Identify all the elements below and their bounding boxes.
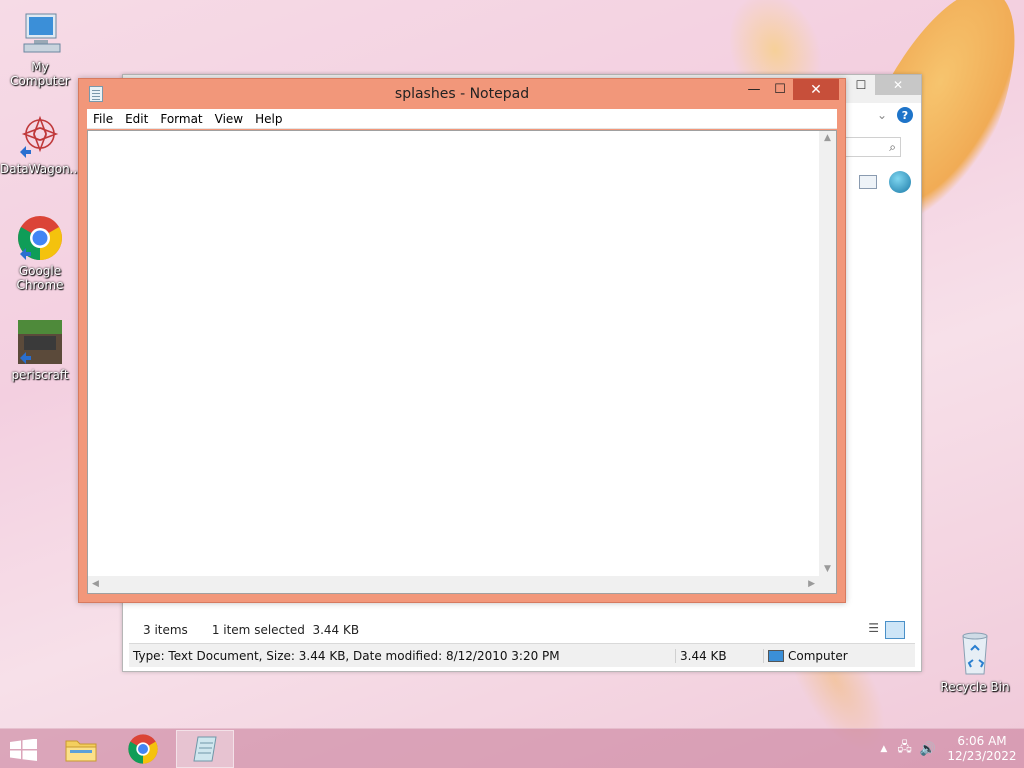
scroll-down-icon[interactable]: ▼ — [824, 564, 831, 574]
menu-view[interactable]: View — [209, 112, 249, 126]
desktop-icon-periscraft[interactable]: periscraft — [0, 318, 80, 382]
desktop-icon-my-computer[interactable]: My Computer — [0, 10, 80, 88]
menu-file[interactable]: File — [87, 112, 119, 126]
minecraft-block-icon — [16, 318, 64, 366]
search-icon: ⌕ — [889, 140, 896, 154]
scroll-right-icon[interactable]: ▶ — [808, 579, 815, 589]
volume-icon[interactable]: 🔊 — [920, 742, 936, 757]
chevron-down-icon[interactable]: ⌄ — [877, 108, 887, 122]
search-input[interactable]: ⌕ — [845, 137, 901, 157]
desktop-icon-label: Recycle Bin — [940, 680, 1010, 694]
selection-info: 1 item selected 3.44 KB — [211, 623, 360, 637]
desktop-icon-label: Google Chrome — [16, 264, 64, 292]
network-icon[interactable]: 🖧 — [897, 738, 912, 760]
details-view-icon[interactable]: ☰ — [868, 621, 879, 639]
desktop-icon-label: DataWagon... — [0, 162, 82, 176]
item-count: 3 items — [143, 623, 188, 637]
taskbar-google-chrome[interactable] — [114, 730, 172, 768]
text-editor-area[interactable]: ▲ ▼ ◀ ▶ — [87, 130, 837, 594]
shell-icon[interactable] — [889, 171, 911, 193]
desktop-icon-google-chrome[interactable]: Google Chrome — [0, 214, 80, 292]
taskbar: ▲ 🖧 🔊 6:06 AM 12/23/2022 — [0, 728, 1024, 768]
close-button[interactable]: ✕ — [875, 75, 921, 95]
close-button[interactable]: ✕ — [793, 79, 839, 100]
help-icon[interactable]: ? — [897, 107, 913, 123]
show-hidden-icons-icon[interactable]: ▲ — [880, 744, 887, 754]
chrome-icon — [16, 214, 64, 262]
notepad-window[interactable]: splashes - Notepad — ☐ ✕ File Edit Forma… — [78, 78, 846, 603]
system-tray: ▲ 🖧 🔊 6:06 AM 12/23/2022 — [880, 729, 1024, 768]
recycle-bin-icon — [951, 630, 999, 678]
computer-icon — [16, 10, 64, 58]
view-pane-icon[interactable] — [859, 175, 877, 189]
explorer-details-bar: Type: Text Document, Size: 3.44 KB, Date… — [129, 643, 915, 667]
location-label: Computer — [788, 648, 848, 663]
notepad-icon — [193, 736, 217, 762]
clock-time: 6:06 AM — [957, 734, 1007, 748]
menu-bar: File Edit Format View Help — [87, 109, 837, 129]
desktop-icon-label: My Computer — [10, 60, 70, 88]
horizontal-scrollbar[interactable]: ◀ ▶ — [88, 576, 819, 593]
desktop-icon-datawagon[interactable]: DataWagon... — [0, 112, 82, 176]
notepad-icon — [89, 86, 103, 102]
explorer-status-bar: 3 items 1 item selected 3.44 KB ☰ — [129, 617, 915, 643]
menu-format[interactable]: Format — [154, 112, 208, 126]
file-size: 3.44 KB — [675, 648, 763, 663]
taskbar-notepad[interactable] — [176, 730, 234, 768]
windows-logo-icon — [10, 738, 37, 761]
notepad-titlebar[interactable]: splashes - Notepad — ☐ ✕ — [79, 79, 845, 109]
start-button[interactable] — [10, 738, 38, 761]
file-details: Type: Text Document, Size: 3.44 KB, Date… — [133, 648, 560, 663]
folder-icon — [65, 740, 97, 762]
maximize-button[interactable]: ☐ — [847, 75, 875, 95]
clock[interactable]: 6:06 AM 12/23/2022 — [940, 734, 1024, 764]
vertical-scrollbar[interactable]: ▲ ▼ — [819, 131, 836, 576]
taskbar-file-explorer[interactable] — [52, 730, 110, 768]
menu-edit[interactable]: Edit — [119, 112, 154, 126]
desktop-icon-label: periscraft — [11, 368, 69, 382]
window-title: splashes - Notepad — [394, 86, 530, 102]
scroll-up-icon[interactable]: ▲ — [824, 133, 831, 143]
minimize-button[interactable]: — — [741, 79, 767, 100]
chrome-icon — [128, 734, 158, 764]
datawagon-icon — [16, 112, 64, 160]
maximize-button[interactable]: ☐ — [767, 79, 793, 100]
menu-help[interactable]: Help — [249, 112, 288, 126]
resize-grip[interactable] — [819, 576, 836, 593]
large-icons-view-icon[interactable] — [885, 621, 905, 639]
desktop-icon-recycle-bin[interactable]: Recycle Bin — [935, 630, 1015, 694]
scroll-left-icon[interactable]: ◀ — [92, 579, 99, 589]
computer-icon — [768, 649, 784, 662]
clock-date: 12/23/2022 — [947, 749, 1017, 763]
